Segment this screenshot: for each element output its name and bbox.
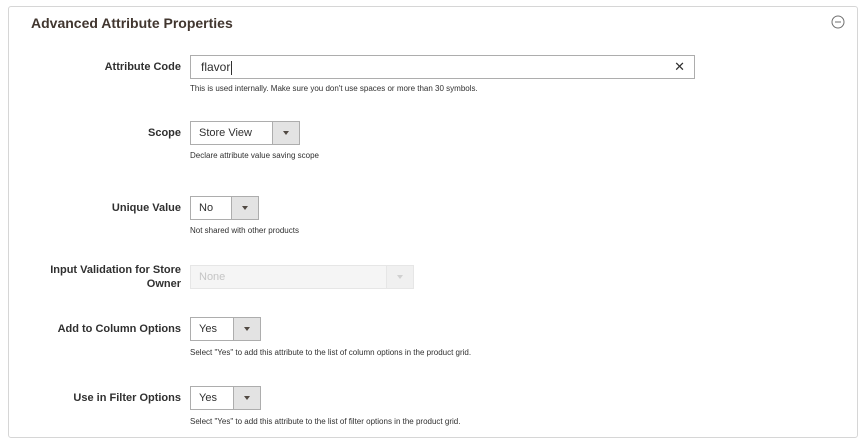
input-validation-value: None: [199, 271, 226, 283]
unique-value-select[interactable]: No: [190, 196, 259, 220]
panel-title[interactable]: Advanced Attribute Properties: [31, 15, 233, 31]
add-to-column-dropdown-button[interactable]: [233, 318, 260, 340]
chevron-down-icon: [283, 131, 289, 135]
add-to-column-note: Select "Yes" to add this attribute to th…: [190, 348, 472, 357]
add-to-column-value: Yes: [199, 323, 217, 335]
chevron-down-icon: [244, 396, 250, 400]
input-validation-select: None: [190, 265, 414, 289]
scope-note: Declare attribute value saving scope: [190, 151, 319, 160]
chevron-down-icon: [242, 206, 248, 210]
use-in-filter-dropdown-button[interactable]: [233, 387, 260, 409]
use-in-filter-value: Yes: [199, 392, 217, 404]
input-validation-dropdown-button: [386, 266, 413, 288]
advanced-attribute-properties-panel: Advanced Attribute Properties Attribute …: [8, 6, 858, 438]
use-in-filter-select[interactable]: Yes: [190, 386, 261, 410]
input-validation-label: Input Validation for Store Owner: [11, 263, 181, 291]
scope-value: Store View: [199, 127, 252, 139]
text-caret: [231, 60, 233, 75]
scope-select[interactable]: Store View: [190, 121, 300, 145]
use-in-filter-note: Select "Yes" to add this attribute to th…: [190, 417, 461, 426]
unique-value-note: Not shared with other products: [190, 226, 299, 235]
unique-value-label: Unique Value: [111, 202, 181, 214]
attribute-code-note: This is used internally. Make sure you d…: [190, 84, 478, 93]
chevron-down-icon: [397, 275, 403, 279]
input-validation-label-line2: Owner: [146, 278, 181, 290]
unique-value-dropdown-button[interactable]: [231, 197, 258, 219]
attribute-code-input[interactable]: flavor ✕: [190, 55, 695, 79]
attribute-code-label: Attribute Code: [104, 61, 181, 73]
add-to-column-label: Add to Column Options: [57, 323, 181, 335]
add-to-column-select[interactable]: Yes: [190, 317, 261, 341]
scope-dropdown-button[interactable]: [272, 122, 299, 144]
unique-value-value: No: [199, 202, 214, 214]
input-validation-label-line1: Input Validation for Store: [50, 264, 181, 276]
chevron-down-icon: [244, 327, 250, 331]
collapse-circle-icon[interactable]: [831, 15, 845, 29]
use-in-filter-label: Use in Filter Options: [73, 392, 181, 404]
attribute-code-value: flavor: [201, 60, 231, 74]
scope-label: Scope: [147, 127, 181, 139]
clear-icon[interactable]: ✕: [674, 56, 685, 78]
